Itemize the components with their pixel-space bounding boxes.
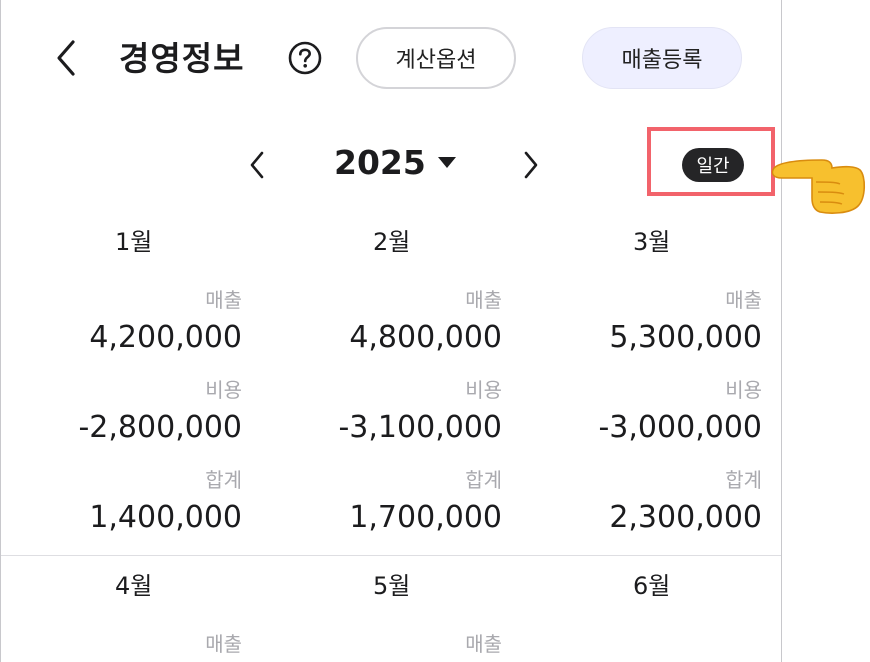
total-value: 1,400,000 [89, 500, 242, 535]
cost-label: 비용 [465, 378, 502, 402]
sales-label: 매출 [205, 288, 242, 312]
cost-value: -2,800,000 [78, 410, 242, 445]
page-title: 경영정보 [119, 39, 245, 78]
month-label: 5월 [373, 572, 411, 600]
register-sales-button[interactable]: 매출등록 [582, 27, 742, 89]
month-label: 1월 [115, 228, 153, 256]
cost-label: 비용 [725, 378, 762, 402]
sales-value: 4,200,000 [89, 320, 242, 355]
sales-label: 매출 [725, 288, 762, 312]
help-button[interactable] [288, 41, 322, 75]
total-value: 1,700,000 [349, 500, 502, 535]
total-label: 합계 [725, 468, 762, 492]
chevron-right-icon [524, 151, 538, 179]
calc-option-button[interactable]: 계산옵션 [356, 27, 516, 89]
year-label: 2025 [334, 143, 426, 182]
sales-value: 5,300,000 [609, 320, 762, 355]
cost-label: 비용 [205, 378, 242, 402]
sales-value: 4,800,000 [349, 320, 502, 355]
question-circle-icon [288, 41, 322, 75]
month-label: 6월 [633, 572, 671, 600]
sales-label: 매출 [465, 288, 502, 312]
next-year-button[interactable] [517, 148, 543, 182]
total-label: 합계 [205, 468, 242, 492]
previous-year-button[interactable] [245, 148, 271, 182]
back-button[interactable] [49, 36, 89, 80]
row-divider [1, 555, 781, 556]
total-value: 2,300,000 [609, 500, 762, 535]
pointing-hand-icon [770, 140, 870, 220]
total-label: 합계 [465, 468, 502, 492]
app-screen: 경영정보 계산옵션 매출등록 2025 일간 1월 2월 3월 매출 매출 매출… [0, 0, 782, 662]
cost-value: -3,100,000 [338, 410, 502, 445]
cost-value: -3,000,000 [598, 410, 762, 445]
daily-view-toggle[interactable]: 일간 [682, 148, 744, 182]
month-label: 3월 [633, 228, 671, 256]
sales-label: 매출 [465, 632, 502, 656]
month-label: 2월 [373, 228, 411, 256]
chevron-left-icon [57, 40, 75, 76]
year-dropdown[interactable]: 2025 [334, 143, 456, 182]
caret-down-icon [437, 157, 456, 168]
month-label: 4월 [115, 572, 153, 600]
chevron-left-icon [250, 151, 264, 179]
sales-label: 매출 [205, 632, 242, 656]
